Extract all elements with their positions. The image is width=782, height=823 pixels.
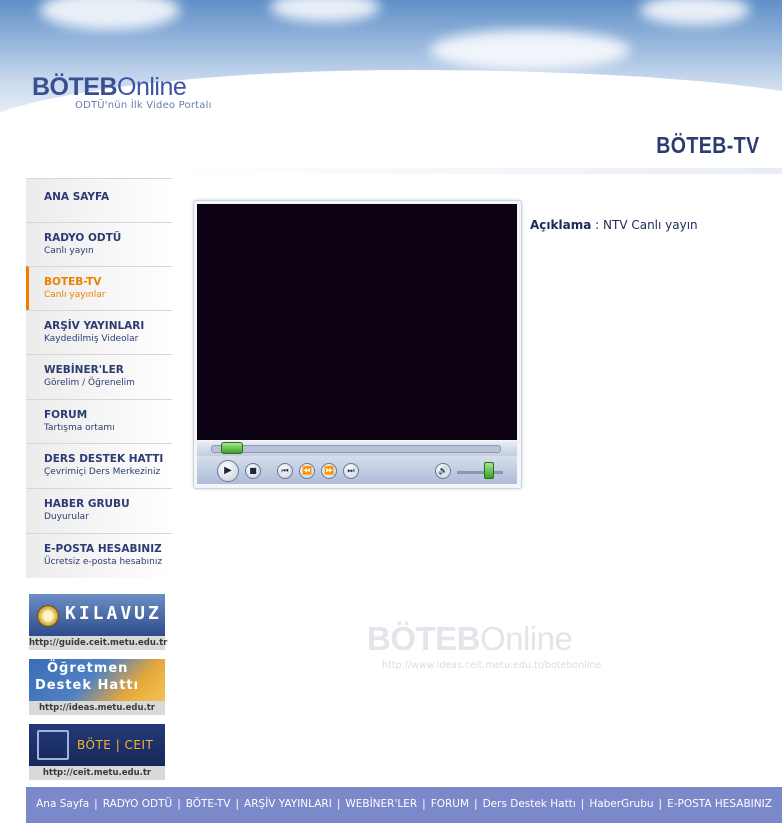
stop-icon[interactable]: ■: [245, 463, 261, 479]
footer-separator: |: [177, 798, 181, 810]
banner-title-line2: Destek Hattı: [35, 678, 140, 693]
volume-track[interactable]: [457, 471, 503, 474]
description-value: NTV Canlı yayın: [603, 218, 698, 232]
footer: Ana Sayfa | RADYO ODTÜ | BÖTE-TV | ARŞİV YAYIN…: [26, 787, 782, 823]
site-tagline: ODTÜ'nün İlk Video Portalı: [75, 100, 212, 111]
sidebar-item-sublabel: Kaydedilmiş Videolar: [44, 334, 139, 344]
sidebar-item-label: BOTEB-TV: [44, 276, 102, 288]
sidebar-item-label: HABER GRUBU: [44, 498, 130, 510]
sidebar-item-sublabel: Çevrimiçi Ders Merkeziniz: [44, 467, 161, 477]
play-icon[interactable]: ▶: [217, 460, 239, 482]
footer-separator: |: [94, 798, 98, 810]
sidebar-item-label: ANA SAYFA: [44, 191, 110, 203]
sidebar-item-label: WEBİNER'LER: [44, 364, 124, 376]
next-icon[interactable]: ⏭: [343, 463, 359, 479]
footer-link[interactable]: WEBİNER'LER: [345, 798, 417, 810]
banner-title-line1: Öğretmen: [47, 661, 129, 676]
rewind-icon[interactable]: ⏪: [299, 463, 315, 479]
footer-link[interactable]: RADYO ODTÜ: [103, 798, 172, 810]
banner-title: KILAVUZ: [65, 603, 162, 624]
description-label: Açıklama: [530, 218, 592, 232]
cloud: [40, 0, 180, 30]
sidebar-nav: ANA SAYFA RADYO ODTÜ Canlı yayın BOTEB-T…: [26, 178, 172, 578]
footer-link[interactable]: E-POSTA HESABINIZ: [667, 798, 772, 810]
sidebar-item-radyo-odtu[interactable]: RADYO ODTÜ Canlı yayın: [26, 222, 172, 266]
video-player: ▶ ■ ⏮ ⏪ ⏩ ⏭ 🔊: [193, 200, 522, 489]
watermark-url: http://www.ideas.ceit.metu.edu.tr/botebo…: [382, 660, 602, 671]
footer-link[interactable]: HaberGrubu: [589, 798, 653, 810]
banner-url[interactable]: http://ceit.metu.edu.tr: [29, 766, 165, 780]
footer-link[interactable]: BÖTE-TV: [186, 798, 231, 810]
player-controls: ▶ ■ ⏮ ⏪ ⏩ ⏭ 🔊: [197, 456, 517, 484]
site-logo[interactable]: BÖTEBOnline: [32, 73, 187, 102]
footer-separator: |: [658, 798, 663, 810]
sidebar-item-sublabel: Tartışma ortamı: [44, 423, 115, 433]
sidebar-item-boteb-tv[interactable]: BOTEB-TV Canlı yayınlar: [26, 266, 172, 310]
seek-bar[interactable]: [197, 441, 517, 456]
footer-separator: |: [474, 798, 478, 810]
watermark-logo: BÖTEBOnline: [367, 620, 573, 657]
kilavuz-banner-image: KILAVUZ: [29, 594, 165, 636]
sidebar-item-label: E-POSTA HESABINIZ: [44, 543, 162, 555]
kilavuz-banner[interactable]: KILAVUZ http://guide.ceit.metu.edu.tr: [29, 594, 167, 652]
volume-slider[interactable]: [483, 462, 494, 479]
video-screen[interactable]: [197, 204, 517, 440]
sidebar-item-haber-grubu[interactable]: HABER GRUBU Duyurular: [26, 488, 172, 532]
sidebar-item-ana-sayfa[interactable]: ANA SAYFA: [26, 178, 172, 222]
bote-banner-image: BÖTE | CEIT: [29, 724, 165, 766]
footer-separator: |: [422, 798, 426, 810]
banner-title: BÖTE | CEIT: [77, 738, 154, 752]
page-title: BÖTEB-TV: [656, 132, 760, 158]
computer-icon: [37, 730, 69, 760]
sidebar-item-sublabel: Görelim / Öğrenelim: [44, 378, 135, 388]
sidebar-item-arsiv[interactable]: ARŞİV YAYINLARI Kaydedilmiş Videolar: [26, 310, 172, 354]
footer-link[interactable]: ARŞİV YAYINLARI: [244, 798, 332, 810]
description-separator: :: [595, 218, 600, 232]
banner-url[interactable]: http://guide.ceit.metu.edu.tr: [29, 636, 167, 650]
cloud: [270, 0, 380, 22]
sidebar-item-label: RADYO ODTÜ: [44, 232, 122, 244]
sidebar-item-forum[interactable]: FORUM Tartışma ortamı: [26, 399, 172, 443]
sidebar-item-e-posta[interactable]: E-POSTA HESABINIZ Ücretsiz e-posta hesab…: [26, 533, 172, 577]
sidebar-item-label: DERS DESTEK HATTI: [44, 453, 164, 465]
previous-icon[interactable]: ⏮: [277, 463, 293, 479]
title-divider: [180, 168, 782, 174]
sidebar-item-label: FORUM: [44, 409, 88, 421]
footer-separator: |: [235, 798, 240, 810]
seek-track[interactable]: [211, 445, 501, 453]
banner-url[interactable]: http://ideas.metu.edu.tr: [29, 701, 165, 715]
volume-icon[interactable]: 🔊: [435, 463, 451, 479]
ogretmen-banner-image: Öğretmen Destek Hattı: [29, 659, 165, 701]
sidebar-item-sublabel: Ücretsiz e-posta hesabınız: [44, 557, 163, 567]
sidebar-item-sublabel: Canlı yayın: [44, 246, 94, 256]
sidebar-item-sublabel: Canlı yayınlar: [44, 290, 106, 300]
seek-handle[interactable]: [220, 442, 243, 454]
cloud: [640, 0, 750, 25]
cloud: [430, 30, 630, 70]
sidebar-item-sublabel: Duyurular: [44, 512, 89, 522]
ogretmen-destek-banner[interactable]: Öğretmen Destek Hattı http://ideas.metu.…: [29, 659, 165, 717]
footer-separator: |: [580, 798, 585, 810]
bote-ceit-banner[interactable]: BÖTE | CEIT http://ceit.metu.edu.tr: [29, 724, 165, 782]
sidebar-item-ders-destek[interactable]: DERS DESTEK HATTI Çevrimiçi Ders Merkezi…: [26, 443, 172, 487]
compass-icon: [37, 605, 59, 627]
footer-link[interactable]: Ders Destek Hattı: [483, 798, 576, 810]
sidebar-item-webinerler[interactable]: WEBİNER'LER Görelim / Öğrenelim: [26, 354, 172, 398]
fast-forward-icon[interactable]: ⏩: [321, 463, 337, 479]
footer-nav: Ana Sayfa | RADYO ODTÜ | BÖTE-TV | ARŞİV YAYIN…: [26, 798, 782, 810]
footer-link[interactable]: FORUM: [431, 798, 469, 810]
sidebar-item-label: ARŞİV YAYINLARI: [44, 320, 145, 332]
footer-separator: |: [336, 798, 341, 810]
video-description: Açıklama : NTV Canlı yayın: [530, 218, 698, 232]
footer-link[interactable]: Ana Sayfa: [36, 798, 89, 810]
